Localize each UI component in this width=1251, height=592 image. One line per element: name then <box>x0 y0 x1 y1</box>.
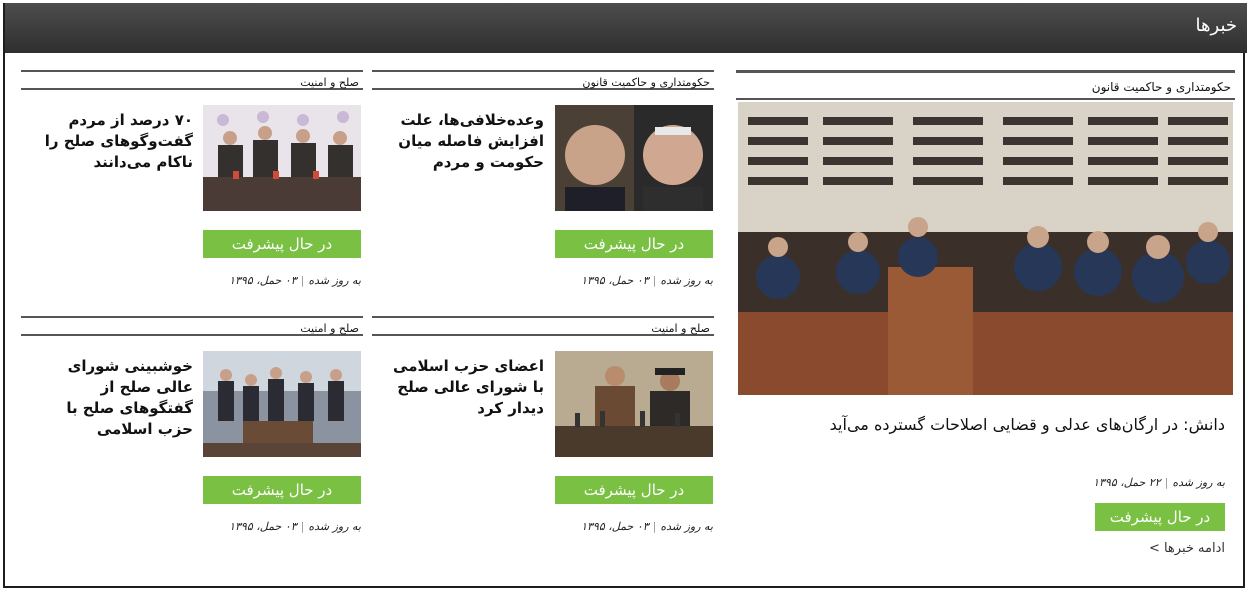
card-headline[interactable]: ۷۰ درصد از مردم گفت‌وگوهای صلح را ناکام … <box>28 110 193 173</box>
header-bar: خبرها <box>5 3 1247 53</box>
news-card: صلح و امنیت خوشبینی شورای عالی صلح از گف… <box>21 316 363 541</box>
featured-headline[interactable]: دانش: در ارگان‌های عدلی و قضایی اصلاحات … <box>745 414 1225 435</box>
card-headline[interactable]: خوشبینی شورای عالی صلح از گفتگوهای صلح ب… <box>28 356 193 440</box>
featured-date: به روز شده|۲۲ حمل، ۱۳۹۵ <box>1093 476 1225 489</box>
more-news-link[interactable]: ادامه خبرها > <box>1149 541 1225 556</box>
card-image[interactable] <box>203 105 361 211</box>
gathering-photo <box>203 351 361 457</box>
date-prefix: به روز شده <box>1172 476 1225 489</box>
card-category[interactable]: صلح و امنیت <box>372 316 714 336</box>
card-date: به روز شده|۰۳ حمل، ۱۳۹۵ <box>581 274 713 287</box>
date-value: ۰۳ حمل، ۱۳۹۵ <box>229 274 297 287</box>
meeting-photo <box>555 351 713 457</box>
header-title: خبرها <box>1195 15 1237 36</box>
card-progress-button[interactable]: در حال پیشرفت <box>555 476 713 504</box>
news-widget: خبرها حکومتداری و حاکمیت قانون دانش: در … <box>3 3 1247 588</box>
card-progress-button[interactable]: در حال پیشرفت <box>555 230 713 258</box>
news-card: صلح و امنیت ۷۰ درصد از مردم گفت‌وگوهای ص… <box>21 70 363 295</box>
press-conference-photo <box>203 105 361 211</box>
news-card: حکومتداری و حاکمیت قانون وعده‌خلافی‌ها، … <box>372 70 714 295</box>
featured-progress-button[interactable]: در حال پیشرفت <box>1095 503 1225 531</box>
date-value: ۰۳ حمل، ۱۳۹۵ <box>229 520 297 533</box>
date-value: ۰۳ حمل، ۱۳۹۵ <box>581 274 649 287</box>
card-progress-button[interactable]: در حال پیشرفت <box>203 476 361 504</box>
card-headline[interactable]: اعضای حزب اسلامی با شورای عالی صلح دیدار… <box>379 356 544 419</box>
card-image[interactable] <box>555 351 713 457</box>
date-prefix: به روز شده <box>660 274 713 287</box>
date-prefix: به روز شده <box>308 274 361 287</box>
date-prefix: به روز شده <box>660 520 713 533</box>
card-category[interactable]: صلح و امنیت <box>21 316 363 336</box>
card-date: به روز شده|۰۳ حمل، ۱۳۹۵ <box>581 520 713 533</box>
news-card: صلح و امنیت اعضای حزب اسلامی با شورای عا… <box>372 316 714 541</box>
date-prefix: به روز شده <box>308 520 361 533</box>
card-category[interactable]: حکومتداری و حاکمیت قانون <box>372 70 714 90</box>
card-category[interactable]: صلح و امنیت <box>21 70 363 90</box>
card-headline[interactable]: وعده‌خلافی‌ها، علت افزایش فاصله میان حکو… <box>379 110 544 173</box>
date-value: ۰۳ حمل، ۱۳۹۵ <box>581 520 649 533</box>
card-date: به روز شده|۰۳ حمل، ۱۳۹۵ <box>229 520 361 533</box>
featured-article: حکومتداری و حاکمیت قانون <box>736 70 1235 570</box>
parliament-photo <box>738 102 1233 395</box>
card-image[interactable] <box>203 351 361 457</box>
featured-image[interactable] <box>738 102 1233 395</box>
card-progress-button[interactable]: در حال پیشرفت <box>203 230 361 258</box>
leaders-photo <box>555 105 713 211</box>
date-value: ۲۲ حمل، ۱۳۹۵ <box>1093 476 1161 489</box>
card-image[interactable] <box>555 105 713 211</box>
featured-category[interactable]: حکومتداری و حاکمیت قانون <box>736 70 1235 100</box>
card-date: به روز شده|۰۳ حمل، ۱۳۹۵ <box>229 274 361 287</box>
